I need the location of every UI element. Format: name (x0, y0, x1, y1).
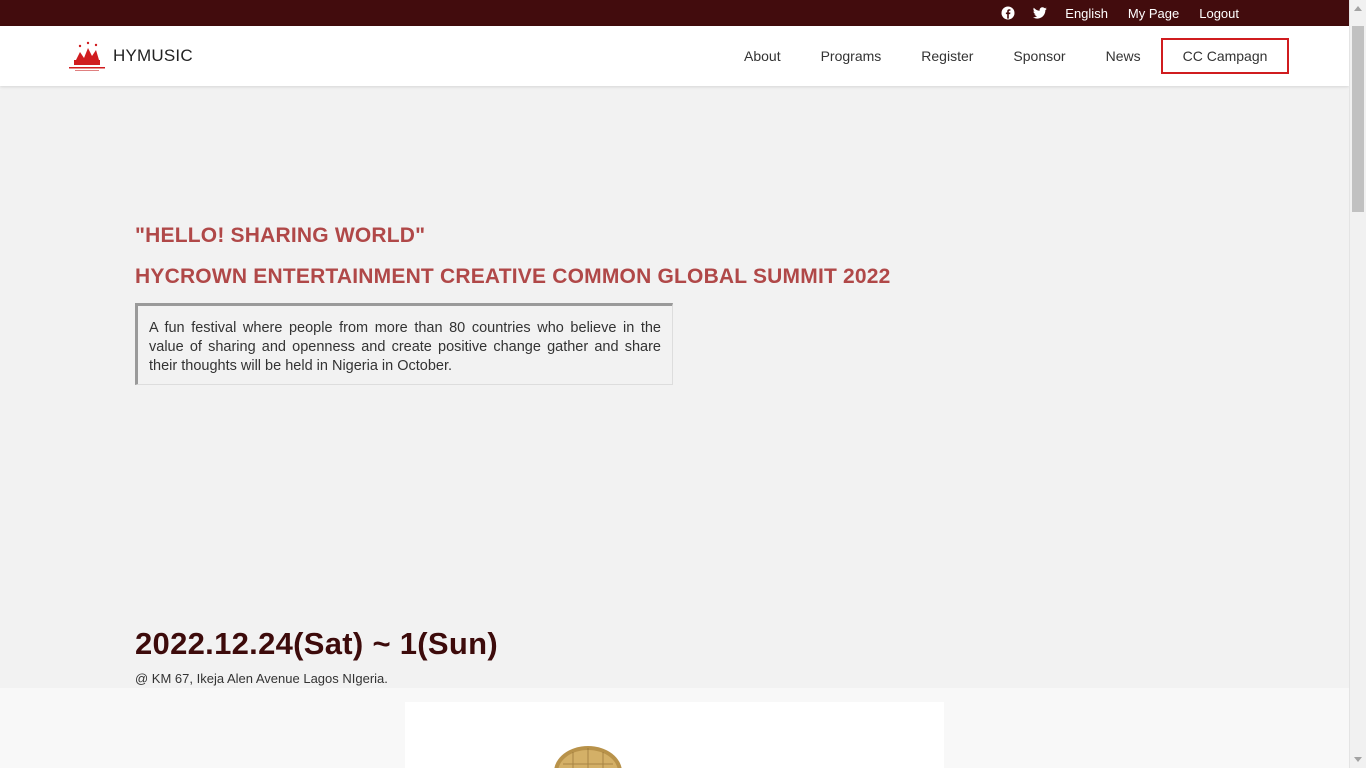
cc-campaign-button[interactable]: CC Campagn (1160, 38, 1290, 74)
primary-menu: About Programs Register Sponsor News CC … (724, 38, 1290, 74)
main-navbar: HYMUSIC About Programs Register Sponsor … (0, 26, 1349, 86)
microphone-image (554, 746, 622, 768)
hero-title: HYCROWN ENTERTAINMENT CREATIVE COMMON GL… (135, 265, 891, 288)
nav-sponsor[interactable]: Sponsor (993, 38, 1085, 74)
nav-register[interactable]: Register (901, 38, 993, 74)
hycrown-logo[interactable] (66, 38, 108, 74)
page-scrollbar[interactable] (1349, 0, 1366, 768)
nav-about[interactable]: About (724, 38, 801, 74)
nav-news[interactable]: News (1086, 38, 1161, 74)
nav-programs[interactable]: Programs (801, 38, 902, 74)
brand-name[interactable]: HYMUSIC (113, 46, 193, 66)
hero-description: A fun festival where people from more th… (135, 303, 673, 385)
hero-quote: "HELLO! SHARING WORLD" (135, 224, 426, 247)
scroll-thumb[interactable] (1352, 26, 1364, 212)
twitter-icon[interactable] (1033, 6, 1048, 20)
language-link[interactable]: English (1065, 6, 1108, 21)
event-date: 2022.12.24(Sat) ~ 1(Sun) (135, 626, 499, 661)
scroll-up-arrow[interactable] (1354, 6, 1362, 11)
featured-image-card (405, 702, 944, 768)
my-page-link[interactable]: My Page (1128, 6, 1179, 21)
facebook-icon[interactable] (1001, 6, 1015, 20)
scroll-down-arrow[interactable] (1354, 757, 1362, 762)
top-utility-bar: English My Page Logout (0, 0, 1349, 26)
event-location: @ KM 67, Ikeja Alen Avenue Lagos NIgeria… (135, 671, 388, 686)
logout-link[interactable]: Logout (1199, 6, 1239, 21)
